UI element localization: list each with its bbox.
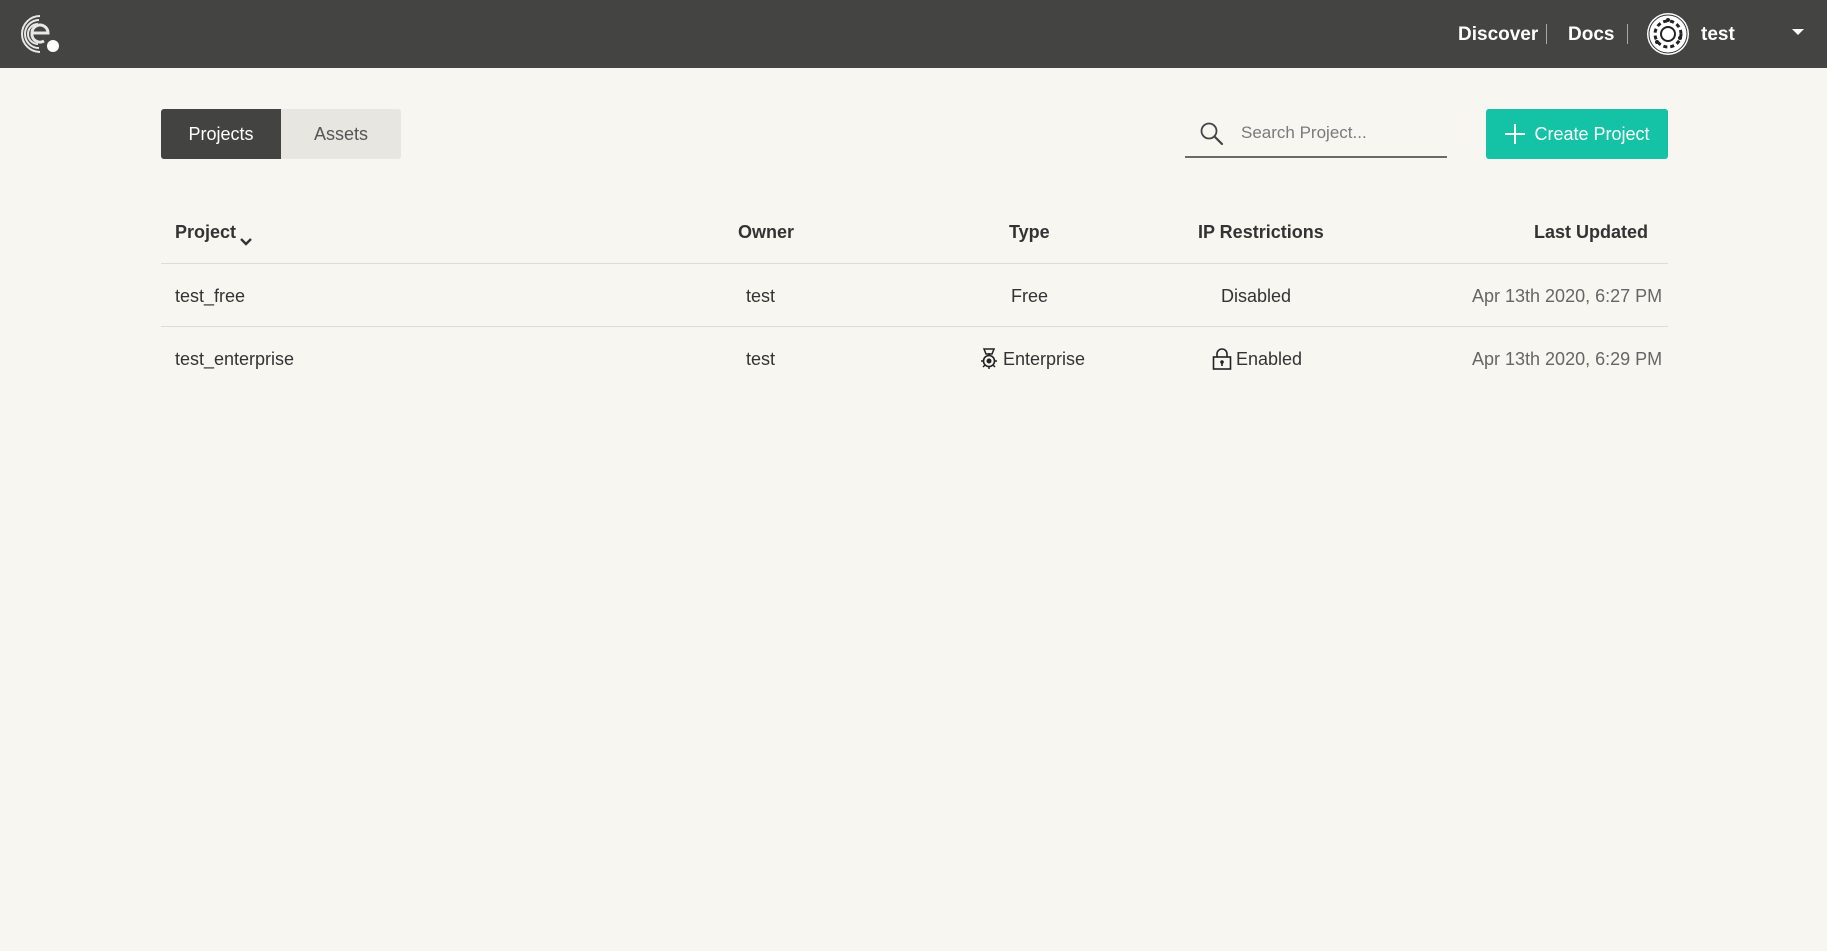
table-divider	[161, 263, 1668, 264]
avatar-icon[interactable]	[1647, 13, 1689, 55]
project-name[interactable]: test_free	[175, 283, 245, 309]
table-divider	[161, 326, 1668, 327]
project-type: Enterprise	[979, 346, 1085, 372]
caret-down-icon[interactable]	[1792, 29, 1804, 35]
search-icon	[1199, 121, 1225, 147]
column-label-project: Project	[175, 222, 237, 242]
e-logo-icon[interactable]	[18, 13, 62, 55]
project-type: Free	[1011, 286, 1049, 306]
create-project-label: Create Project	[1534, 123, 1650, 144]
column-header-type: Type	[1009, 222, 1050, 242]
chevron-down-icon	[240, 228, 252, 246]
create-project-button[interactable]: Create Project	[1486, 109, 1668, 159]
ip-restrictions-status: Enabled	[1212, 346, 1302, 372]
discover-link[interactable]: Discover	[1458, 22, 1538, 48]
plus-icon	[1504, 123, 1526, 145]
column-header-last-updated: Last Updated	[1534, 222, 1649, 242]
enterprise-badge-icon	[979, 348, 999, 370]
project-name[interactable]: test_enterprise	[175, 346, 294, 372]
search-input[interactable]	[1241, 118, 1441, 148]
column-header-owner: Owner	[738, 222, 795, 242]
column-header-project[interactable]: Project	[175, 219, 252, 246]
top-navigation-bar: Discover Docs test	[0, 0, 1827, 68]
ip-restrictions-label: Enabled	[1236, 349, 1303, 369]
tab-projects[interactable]: Projects	[161, 109, 281, 159]
project-owner: test	[746, 286, 776, 306]
project-owner: test	[746, 349, 776, 369]
search-box	[1185, 110, 1447, 158]
ip-restrictions-status: Disabled	[1221, 286, 1292, 306]
nav-divider	[1546, 24, 1547, 44]
view-tabs: Projects Assets	[161, 109, 401, 159]
docs-link[interactable]: Docs	[1568, 22, 1614, 48]
last-updated: Apr 13th 2020, 6:29 PM	[1472, 349, 1663, 369]
lock-icon	[1212, 348, 1232, 370]
column-header-ip-restrictions: IP Restrictions	[1198, 222, 1324, 242]
nav-divider	[1627, 24, 1628, 44]
tab-assets[interactable]: Assets	[281, 109, 401, 159]
project-type-label: Enterprise	[1003, 349, 1086, 369]
last-updated: Apr 13th 2020, 6:27 PM	[1472, 286, 1663, 306]
user-name[interactable]: test	[1701, 22, 1735, 48]
